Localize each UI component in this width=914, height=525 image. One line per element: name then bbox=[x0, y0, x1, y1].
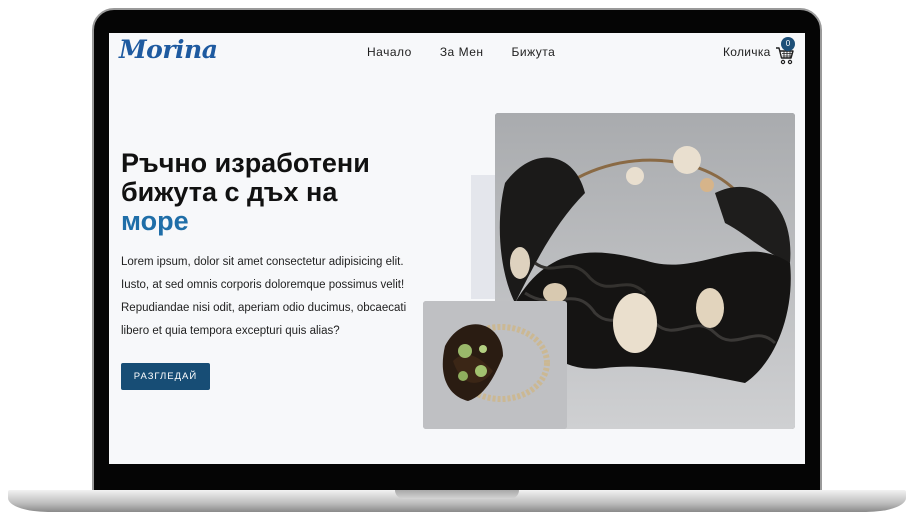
secondary-product-image bbox=[423, 301, 567, 429]
hero-title-line1: Ръчно изработени bbox=[121, 148, 370, 178]
hero-title-line2: бижута с дъх на bbox=[121, 177, 338, 207]
nav-about[interactable]: За Мен bbox=[440, 45, 484, 59]
website-screen: Morina Начало За Мен Бижута Количка 0 Ръ… bbox=[109, 33, 805, 464]
hero-description: Lorem ipsum, dolor sit amet consectetur … bbox=[121, 256, 407, 337]
cart-label: Количка bbox=[723, 45, 771, 59]
hero-title-accent: море bbox=[121, 206, 189, 236]
nav-jewelry[interactable]: Бижута bbox=[512, 45, 556, 59]
nav-home[interactable]: Начало bbox=[367, 45, 412, 59]
hero-title: Ръчно изработени бижута с дъх на море bbox=[121, 149, 411, 236]
browse-button[interactable]: РАЗГЛЕДАЙ bbox=[121, 363, 210, 390]
site-header: Morina Начало За Мен Бижута Количка 0 bbox=[109, 33, 805, 73]
site-logo[interactable]: Morina bbox=[119, 35, 218, 64]
cart-button[interactable]: Количка 0 bbox=[723, 37, 803, 65]
laptop-notch bbox=[395, 490, 519, 499]
main-nav: Начало За Мен Бижута bbox=[367, 45, 555, 59]
cart-count-badge: 0 bbox=[781, 37, 795, 51]
